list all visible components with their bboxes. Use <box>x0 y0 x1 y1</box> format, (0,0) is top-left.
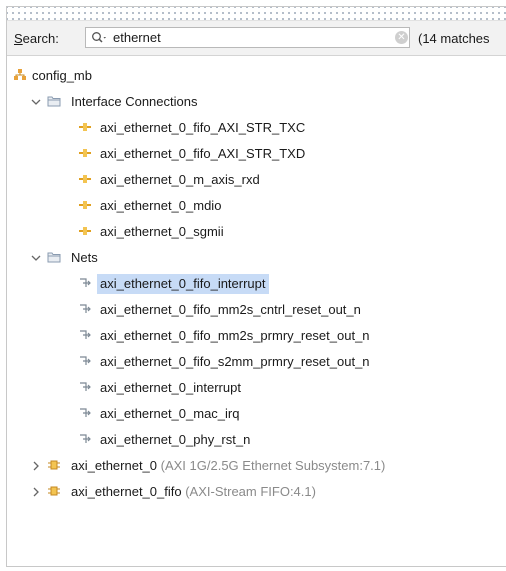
folder-icon <box>47 96 61 107</box>
ip-cell-icon <box>48 486 60 496</box>
net-icon <box>80 408 91 417</box>
tree-item-label: axi_ethernet_0_fifo_AXI_STR_TXD <box>100 146 306 161</box>
tree-item-label: axi_ethernet_0_phy_rst_n <box>100 432 251 447</box>
cell-type: (AXI 1G/2.5G Ethernet Subsystem:7.1) <box>160 458 386 473</box>
tree-item-label: config_mb <box>32 68 92 83</box>
search-icon[interactable] <box>91 31 109 45</box>
ip-cell-icon <box>48 460 60 470</box>
net-icon <box>80 382 91 391</box>
tree-item-label: axi_ethernet_0_fifo_interrupt <box>97 274 269 294</box>
match-count: (14 matches <box>418 31 490 46</box>
tree-item-label: axi_ethernet_0_interrupt <box>100 380 241 395</box>
net-icon <box>80 278 91 287</box>
net-icon <box>80 434 91 443</box>
tree-item-label: axi_ethernet_0_fifo_AXI_STR_TXC <box>100 120 306 135</box>
tree-item-label: axi_ethernet_0_fifo_s2mm_prmry_reset_out… <box>100 354 370 369</box>
cell-type: (AXI-Stream FIFO:4.1) <box>185 484 316 499</box>
tree-item-label: axi_ethernet_0_fifo (AXI-Stream FIFO:4.1… <box>71 479 316 505</box>
cell-name: axi_ethernet_0 <box>71 458 158 473</box>
chevron-down-icon[interactable] <box>30 96 42 108</box>
search-value: ethernet <box>113 30 161 45</box>
search-input[interactable]: ethernet ✕ <box>85 27 410 48</box>
net-icon <box>80 304 91 313</box>
folder-icon <box>47 252 61 263</box>
net-icon <box>80 356 91 365</box>
interface-port-icon <box>79 123 91 131</box>
interface-port-icon <box>79 175 91 183</box>
cell-name: axi_ethernet_0_fifo <box>71 484 182 499</box>
tree-item-label: axi_ethernet_0_sgmii <box>100 224 224 239</box>
tree-item-label: Nets <box>71 250 98 265</box>
panel-drag-handle[interactable] <box>7 7 506 21</box>
tree-item-label: axi_ethernet_0_fifo_mm2s_cntrl_reset_out… <box>100 302 361 317</box>
tree-item-label: axi_ethernet_0_mdio <box>100 198 222 213</box>
net-icon <box>80 330 91 339</box>
tree-item-label: axi_ethernet_0_fifo_mm2s_prmry_reset_out… <box>100 328 370 343</box>
chevron-right-icon[interactable] <box>30 460 42 472</box>
chevron-right-icon[interactable] <box>30 486 42 498</box>
netlist-panel: Search: ethernet ✕ (14 matches config_mb <box>6 6 506 567</box>
tree-item-label: Interface Connections <box>71 94 198 109</box>
interface-port-icon <box>79 227 91 235</box>
interface-port-icon <box>79 201 91 209</box>
interface-port-icon <box>79 149 91 157</box>
tree-item-label: axi_ethernet_0 (AXI 1G/2.5G Ethernet Sub… <box>71 453 385 479</box>
tree-item-label: axi_ethernet_0_m_axis_rxd <box>100 172 260 187</box>
chevron-down-icon[interactable] <box>30 252 42 264</box>
search-label: Search: <box>14 31 59 46</box>
block-design-icon <box>14 69 26 80</box>
search-bar: Search: ethernet ✕ (14 matches <box>7 21 506 56</box>
clear-search-icon[interactable]: ✕ <box>395 31 408 44</box>
tree-item-label: axi_ethernet_0_mac_irq <box>100 406 240 421</box>
